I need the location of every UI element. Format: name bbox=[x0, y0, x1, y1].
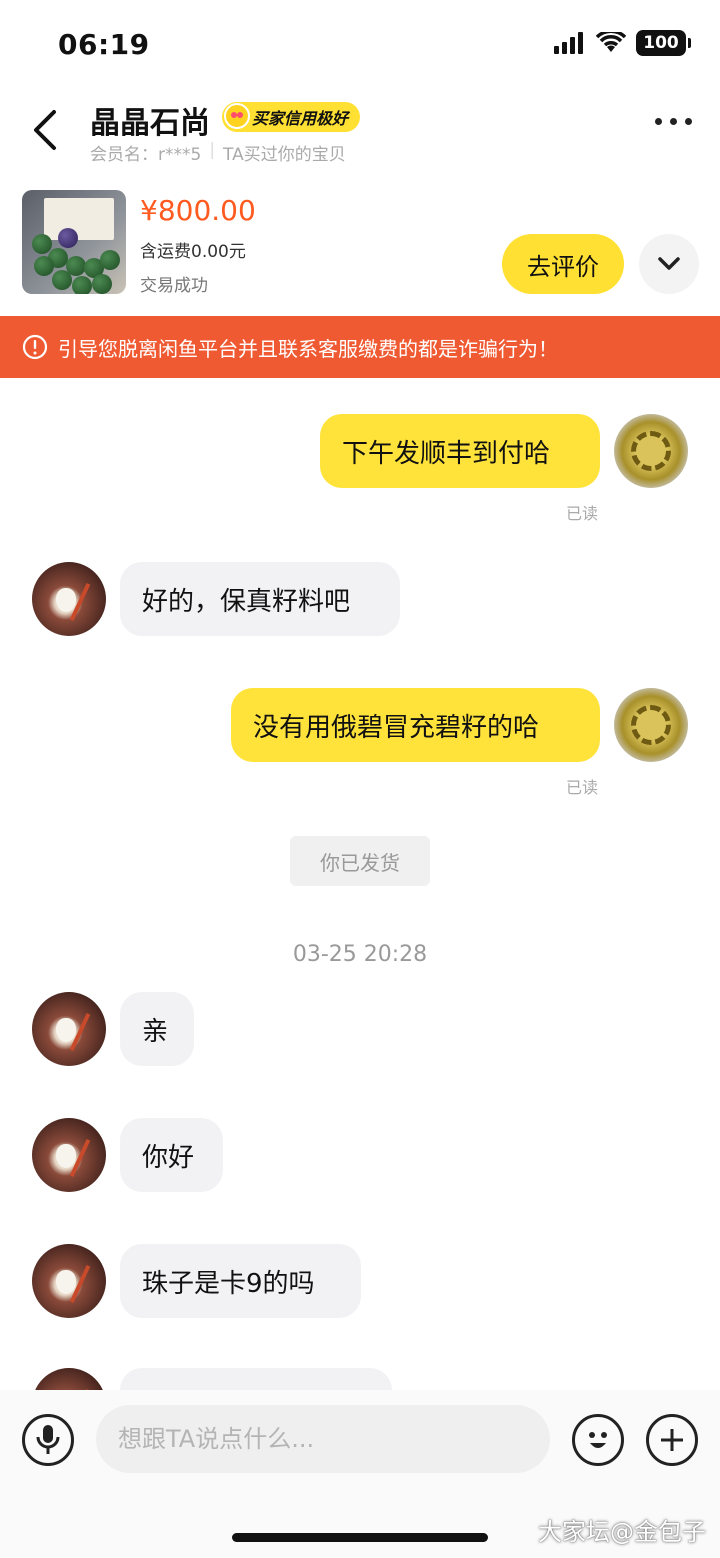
product-shipping: 含运费0.00元 bbox=[140, 242, 246, 262]
warning-text: 引导您脱离闲鱼平台并且联系客服缴费的都是诈骗行为！ bbox=[58, 336, 558, 361]
product-price: ¥800.00 bbox=[140, 194, 256, 227]
voice-button[interactable] bbox=[22, 1414, 74, 1466]
chat-header: 晶晶石尚 买家信用极好 会员名：r***5 | TA买过你的宝贝 bbox=[0, 90, 720, 180]
alert-icon bbox=[22, 334, 48, 360]
message-row-outgoing: 下午发顺丰到付哈 已读 bbox=[0, 414, 720, 524]
status-bar: 06:19 100 bbox=[0, 0, 720, 90]
message-bubble[interactable]: 珠子是卡9的吗 bbox=[120, 1244, 361, 1318]
message-row-incoming: 珠子是卡9的吗 bbox=[0, 1244, 720, 1318]
message-row-outgoing: 没有用俄碧冒充碧籽的哈 已读 bbox=[0, 688, 720, 798]
system-message: 你已发货 bbox=[290, 836, 430, 886]
message-bubble[interactable]: 亲 bbox=[120, 992, 194, 1066]
home-indicator bbox=[232, 1533, 488, 1542]
header-subtitle: 会员名：r***5 | TA买过你的宝贝 bbox=[90, 140, 346, 165]
my-avatar[interactable] bbox=[614, 688, 688, 762]
product-status: 交易成功 bbox=[140, 276, 208, 296]
watermark: 大家坛@金包子 bbox=[538, 1518, 706, 1546]
more-button[interactable] bbox=[655, 118, 692, 125]
message-row-incoming: 亲 bbox=[0, 992, 720, 1066]
message-bubble[interactable] bbox=[120, 1368, 392, 1390]
message-row-incoming: 你好 bbox=[0, 1118, 720, 1192]
buyer-avatar[interactable] bbox=[32, 992, 106, 1066]
battery-indicator: 100 bbox=[636, 30, 691, 56]
message-bubble[interactable]: 没有用俄碧冒充碧籽的哈 bbox=[231, 688, 600, 762]
read-receipt: 已读 bbox=[566, 504, 599, 523]
fraud-warning-banner: 引导您脱离闲鱼平台并且联系客服缴费的都是诈骗行为！ bbox=[0, 316, 720, 378]
chat-messages: 下午发顺丰到付哈 已读 好的，保真籽料吧 没有用俄碧冒充碧籽的哈 已读 你已发货… bbox=[0, 378, 720, 1390]
review-button[interactable]: 去评价 bbox=[502, 234, 624, 294]
add-button[interactable] bbox=[646, 1414, 698, 1466]
member-name: 会员名：r***5 bbox=[90, 145, 202, 165]
message-row-incoming bbox=[0, 1368, 720, 1390]
divider: | bbox=[209, 140, 216, 160]
buyer-avatar[interactable] bbox=[32, 1368, 106, 1390]
microphone-icon bbox=[36, 1425, 60, 1454]
plus-icon bbox=[661, 1429, 683, 1451]
back-button[interactable] bbox=[28, 108, 64, 152]
emoji-icon bbox=[589, 1432, 607, 1448]
message-bubble[interactable]: 下午发顺丰到付哈 bbox=[320, 414, 600, 488]
buyer-avatar[interactable] bbox=[32, 1244, 106, 1318]
wifi-icon bbox=[596, 32, 626, 52]
buyer-avatar[interactable] bbox=[32, 562, 106, 636]
product-thumbnail[interactable] bbox=[22, 190, 126, 294]
chat-timestamp: 03-25 20:28 bbox=[292, 942, 428, 967]
my-avatar[interactable] bbox=[614, 414, 688, 488]
message-bubble[interactable]: 好的，保真籽料吧 bbox=[120, 562, 400, 636]
message-input[interactable] bbox=[96, 1405, 550, 1473]
read-receipt: 已读 bbox=[566, 778, 599, 797]
back-arrow-icon bbox=[34, 110, 56, 150]
credit-badge: 买家信用极好 bbox=[222, 102, 361, 132]
message-bubble[interactable]: 你好 bbox=[120, 1118, 223, 1192]
credit-badge-label: 买家信用极好 bbox=[252, 109, 349, 128]
expand-button[interactable] bbox=[639, 234, 699, 294]
page-title: 晶晶石尚 bbox=[90, 106, 210, 141]
message-row-incoming: 好的，保真籽料吧 bbox=[0, 562, 720, 636]
status-time: 06:19 bbox=[58, 28, 150, 61]
chevron-down-icon bbox=[658, 257, 680, 270]
product-card[interactable]: ¥800.00 含运费0.00元 交易成功 去评价 bbox=[0, 180, 720, 312]
bought-note: TA买过你的宝贝 bbox=[223, 145, 346, 165]
status-icons: 100 bbox=[554, 30, 691, 56]
smile-face-icon bbox=[224, 103, 250, 129]
signal-icon bbox=[554, 32, 583, 54]
buyer-avatar[interactable] bbox=[32, 1118, 106, 1192]
emoji-button[interactable] bbox=[572, 1414, 624, 1466]
more-icon bbox=[655, 118, 662, 125]
